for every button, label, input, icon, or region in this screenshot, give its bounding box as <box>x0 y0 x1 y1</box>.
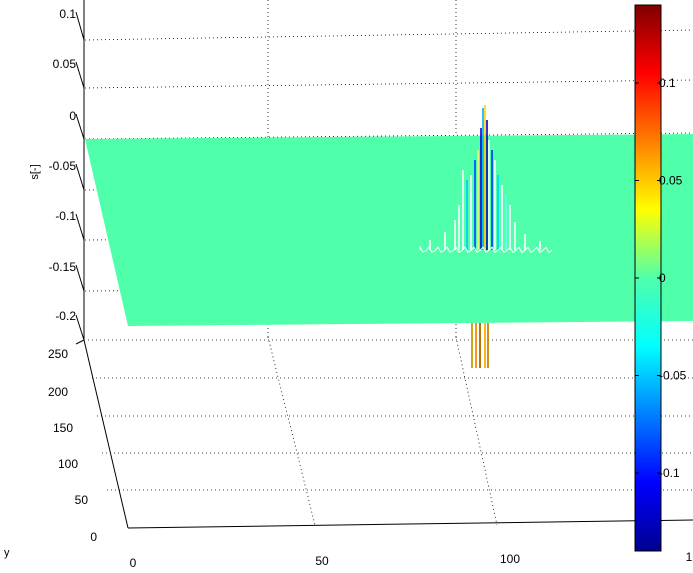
colorbar-tick-label: 0.05 <box>659 174 683 188</box>
z-tick-label: -0.2 <box>55 309 76 323</box>
z-tick-label: 0.05 <box>53 57 77 71</box>
x-tick-label: 1 <box>686 550 693 564</box>
z-tick-label: -0.15 <box>49 260 77 274</box>
y-tick-label: 50 <box>75 493 89 507</box>
z-tick-label: -0.05 <box>49 159 77 173</box>
z-tick-label: 0 <box>69 109 76 123</box>
z-tick-labels: 0.1 0.05 0 -0.05 -0.1 -0.15 -0.2 <box>49 7 77 323</box>
colorbar-tick-label: 0.1 <box>659 76 676 90</box>
y-tick-label: 0 <box>90 530 97 544</box>
x-tick-labels: 0 50 100 1 <box>130 550 693 570</box>
surface-base-plane <box>85 134 693 326</box>
y-tick-labels: 250 200 150 100 50 0 <box>48 347 97 544</box>
y-tick-label: 100 <box>58 457 78 471</box>
y-tick-label: 200 <box>48 385 68 399</box>
colorbar-tick-label: 0 <box>659 271 666 285</box>
surface-plot: 0.1 0.05 0 -0.05 -0.1 -0.15 -0.2 s[-] 25… <box>4 0 693 570</box>
y-tick-label: 150 <box>53 421 73 435</box>
z-axis-label: s[-] <box>29 164 41 179</box>
y-axis-label: y <box>4 547 10 559</box>
colorbar-tick-label: -0.05 <box>659 369 687 383</box>
colorbar-tick-label: -0.1 <box>659 466 680 480</box>
z-tick-label: 0.1 <box>59 7 76 21</box>
x-tick-label: 50 <box>315 554 329 568</box>
tick-marks <box>75 11 85 345</box>
z-tick-label: -0.1 <box>55 209 76 223</box>
x-tick-label: 0 <box>130 556 137 570</box>
x-tick-label: 100 <box>500 552 520 566</box>
y-tick-label: 250 <box>48 347 68 361</box>
